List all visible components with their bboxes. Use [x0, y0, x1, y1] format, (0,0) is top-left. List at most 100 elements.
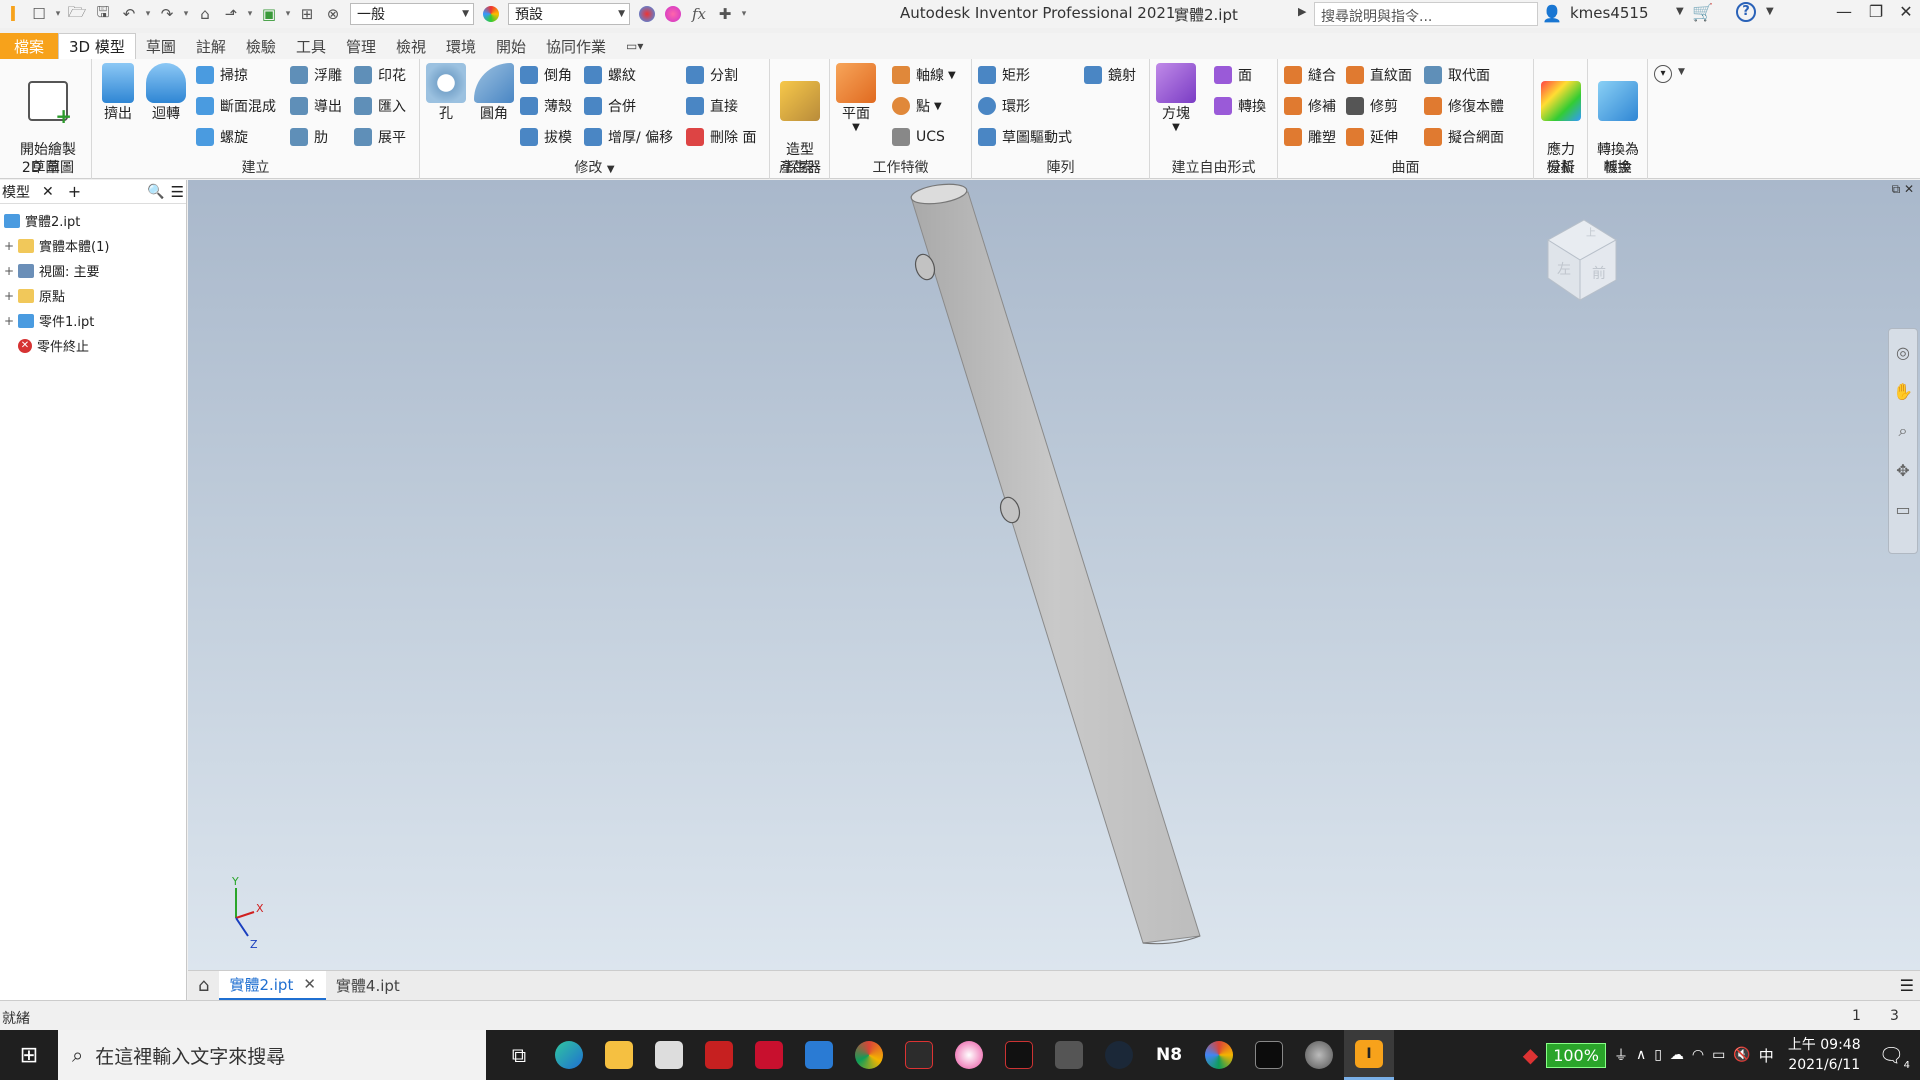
expand-icon[interactable]: + [4, 289, 14, 303]
mail-icon[interactable] [794, 1030, 844, 1080]
fit-mesh-face-button[interactable]: 擬合網面 [1424, 125, 1504, 149]
task-view-icon[interactable]: ⧉ [494, 1030, 544, 1080]
expand-icon[interactable]: + [4, 239, 14, 253]
open-folder-icon[interactable]: 🗁 [64, 0, 90, 28]
search-icon[interactable]: 🔍 [147, 184, 164, 200]
freeform-face-button[interactable]: 面 [1214, 63, 1252, 87]
appearance-combo[interactable]: 一般 ▼ [350, 3, 474, 25]
file-explorer-icon[interactable] [594, 1030, 644, 1080]
edge-icon[interactable] [544, 1030, 594, 1080]
trim-button[interactable]: 修剪 [1346, 94, 1398, 118]
ribbon-options-icon[interactable]: ▭▾ [616, 33, 653, 59]
rib-button[interactable]: 肋 [290, 125, 328, 149]
repair-bodies-button[interactable]: 修復本體 [1424, 94, 1504, 118]
chrome-icon[interactable] [844, 1030, 894, 1080]
chevron-up-icon[interactable]: ∧ [1636, 1047, 1646, 1063]
undo-icon[interactable]: ↶ [116, 0, 142, 28]
user-dropdown-icon[interactable]: ▼ [1676, 6, 1684, 17]
tab-inspect[interactable]: 檢驗 [236, 33, 286, 59]
tree-item-view[interactable]: + 視圖: 主要 [0, 258, 186, 283]
ruled-surface-button[interactable]: 直紋面 [1346, 63, 1412, 87]
ribbon-customize-icon[interactable]: ▾ [1654, 65, 1672, 83]
coil-button[interactable]: 螺旋 [196, 125, 248, 149]
update-dropdown-icon[interactable]: ▾ [282, 9, 294, 19]
app-globe-icon[interactable] [1294, 1030, 1344, 1080]
tab-collaborate[interactable]: 協同作業 [536, 33, 616, 59]
taskbar-search[interactable]: ⌕ 在這裡輸入文字來搜尋 [58, 1030, 486, 1080]
save-icon[interactable]: 🖫 [90, 0, 116, 28]
tree-item-solid-bodies[interactable]: + 實體本體(1) [0, 233, 186, 258]
sketch-driven-pattern-button[interactable]: 草圖驅動式 [978, 125, 1072, 149]
select-dropdown-icon[interactable]: ▾ [244, 9, 256, 19]
ime-indicator[interactable]: 中 [1759, 1045, 1774, 1066]
revolve-button[interactable]: 迴轉 [144, 63, 188, 123]
stitch-button[interactable]: 縫合 [1284, 63, 1336, 87]
app-gray-icon[interactable] [1044, 1030, 1094, 1080]
inventor-taskbar-icon[interactable]: I [1344, 1030, 1394, 1080]
redo-icon[interactable]: ↷ [154, 0, 180, 28]
doc-tab[interactable]: 實體4.ipt [326, 971, 410, 1001]
shell-button[interactable]: 薄殼 [520, 94, 572, 118]
tab-sketch[interactable]: 草圖 [136, 33, 186, 59]
battery-percent[interactable]: 100% [1546, 1042, 1606, 1068]
pan-icon[interactable]: ✋ [1893, 382, 1913, 401]
user-name[interactable]: kmes4515 [1570, 4, 1649, 22]
hole-button[interactable]: 孔 [424, 63, 468, 123]
thread-button[interactable]: 螺紋 [584, 63, 636, 87]
adaptive-icon[interactable]: ⊗ [320, 0, 346, 28]
redo-dropdown-icon[interactable]: ▾ [180, 9, 192, 19]
tab-view[interactable]: 檢視 [386, 33, 436, 59]
color-icon[interactable] [478, 0, 504, 28]
decal-button[interactable]: 印花 [354, 63, 406, 87]
box-freeform-button[interactable]: 方塊 ▼ [1154, 63, 1198, 133]
app-dark-icon[interactable] [894, 1030, 944, 1080]
material-combo[interactable]: 預設 ▼ [508, 3, 630, 25]
tray-app-icon[interactable]: ◆ [1523, 1043, 1538, 1067]
cart-icon[interactable]: 🛒 [1692, 3, 1713, 23]
help-dropdown-icon[interactable]: ▼ [1766, 6, 1774, 17]
ucs-button[interactable]: UCS [892, 125, 945, 149]
customize-dropdown-icon[interactable]: ▾ [738, 9, 750, 19]
new-dropdown-icon[interactable]: ▾ [52, 9, 64, 19]
replace-face-button[interactable]: 取代面 [1424, 63, 1490, 87]
chevron-down-icon[interactable]: ▼ [1678, 67, 1685, 77]
orbit-icon[interactable]: ✥ [1896, 461, 1909, 480]
close-icon[interactable]: ✕ [42, 184, 54, 200]
point-button[interactable]: 點 ▼ [892, 94, 942, 118]
patch-button[interactable]: 修補 [1284, 94, 1336, 118]
tree-item-derived-part[interactable]: + 零件1.ipt [0, 308, 186, 333]
inventor-logo-icon[interactable]: I [0, 0, 26, 28]
emboss-button[interactable]: 浮雕 [290, 63, 342, 87]
mirror-button[interactable]: 鏡射 [1084, 63, 1136, 87]
add-browser-icon[interactable]: + [68, 182, 81, 201]
rectangular-pattern-button[interactable]: 矩形 [978, 63, 1030, 87]
combine-button[interactable]: 合併 [584, 94, 636, 118]
volume-mute-icon[interactable]: 🔇 [1733, 1047, 1750, 1063]
menu-icon[interactable]: ☰ [171, 183, 184, 201]
graphics-viewport[interactable]: Y X Z 上 左 前 ⧉ ✕ ◎ ✋ ⌕ ✥ ▭ [188, 180, 1920, 970]
panel-label[interactable]: 修改 ▼ [420, 157, 769, 177]
tab-3d-model[interactable]: 3D 模型 [58, 33, 136, 59]
tree-item-origin[interactable]: + 原點 [0, 283, 186, 308]
extrude-button[interactable]: 擠出 [96, 63, 140, 123]
plane-button[interactable]: 平面 ▼ [834, 63, 878, 133]
new-file-icon[interactable]: ☐ [26, 0, 52, 28]
sculpt-button[interactable]: 雕塑 [1284, 125, 1336, 149]
mcafee-icon[interactable] [744, 1030, 794, 1080]
home-icon[interactable]: ⌂ [192, 0, 218, 28]
terminal-icon[interactable] [1244, 1030, 1294, 1080]
app-red-icon[interactable] [694, 1030, 744, 1080]
derive-button[interactable]: 導出 [290, 94, 342, 118]
plug-icon[interactable]: ⏚ [1614, 1045, 1628, 1065]
thicken-offset-button[interactable]: 增厚/ 偏移 [584, 125, 673, 149]
help-icon[interactable]: ? [1736, 2, 1756, 22]
steam-icon[interactable] [1094, 1030, 1144, 1080]
tab-manage[interactable]: 管理 [336, 33, 386, 59]
minimize-icon[interactable]: — [1830, 2, 1858, 26]
axis-button[interactable]: 軸線 ▼ [892, 63, 956, 87]
zoom-icon[interactable]: ⌕ [1899, 421, 1908, 441]
chamfer-button[interactable]: 倒角 [520, 63, 572, 87]
extend-button[interactable]: 延伸 [1346, 125, 1398, 149]
expand-icon[interactable]: + [4, 264, 14, 278]
store-icon[interactable] [644, 1030, 694, 1080]
